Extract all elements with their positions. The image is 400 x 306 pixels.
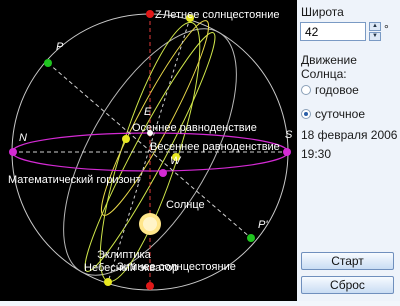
annual-motion-radio[interactable]: годовое [301, 83, 359, 97]
north-pole-point [44, 59, 52, 67]
north-label: N [19, 132, 27, 144]
zenith-point [146, 10, 154, 18]
time-display: 19:30 [301, 147, 332, 161]
sun-daily-path [100, 20, 210, 216]
latitude-spinner[interactable]: ▲ ▼ [369, 22, 381, 41]
daily-radio-label: суточное [315, 107, 365, 121]
south-pole-label: P' [258, 219, 268, 231]
celestial-sphere-view: Z Летнее солнцестояние P E Осеннее равно… [0, 0, 297, 301]
start-button[interactable]: Старт [301, 252, 394, 270]
west-label: W [170, 155, 182, 167]
latitude-label: Широта [301, 5, 344, 19]
sun-motion-title: Движение Солнца: [301, 53, 357, 81]
winter-solstice-point [104, 278, 112, 286]
daily-motion-radio[interactable]: суточное [301, 107, 365, 121]
reset-button[interactable]: Сброс [301, 276, 394, 294]
south-point [283, 148, 291, 156]
annual-radio-label: годовое [315, 83, 359, 97]
zenith-label: Z [155, 9, 162, 21]
west-point [159, 169, 167, 177]
daily-radio-circle[interactable] [301, 109, 311, 119]
north-point [9, 148, 17, 156]
north-pole-label: P [56, 41, 64, 53]
south-label: S [285, 129, 293, 141]
annual-radio-circle[interactable] [301, 85, 311, 95]
spin-down-icon[interactable]: ▼ [369, 32, 381, 41]
nadir-point [146, 282, 154, 290]
date-display: 18 февраля 2006 [301, 128, 398, 142]
winter-solstice-label: Зимнее солнцестояние [117, 261, 236, 273]
sun-core [143, 217, 157, 231]
autumn-equinox-label: Осеннее равноденствие [132, 122, 257, 134]
east-label: E [144, 106, 152, 118]
latitude-input[interactable] [300, 22, 366, 41]
south-pole-point [247, 234, 255, 242]
sun-label: Солнце [166, 199, 205, 211]
ecliptic-label: Эклиптика [97, 249, 152, 261]
degree-symbol: ° [384, 22, 389, 36]
autumn-equinox-point [122, 135, 130, 143]
sun-motion-title-line2: Солнца: [301, 67, 347, 81]
sun-motion-title-line1: Движение [301, 53, 357, 67]
horizon-label: Математический горизонт [8, 174, 141, 186]
control-panel: Широта ▲ ▼ ° Движение Солнца: годовое су… [297, 0, 400, 301]
summer-solstice-label: Летнее солнцестояние [163, 9, 280, 21]
spin-up-icon[interactable]: ▲ [369, 22, 381, 31]
celestial-sphere-svg: Z Летнее солнцестояние P E Осеннее равно… [8, 9, 293, 291]
vernal-equinox-label: Весеннее равноденствие [150, 141, 280, 153]
